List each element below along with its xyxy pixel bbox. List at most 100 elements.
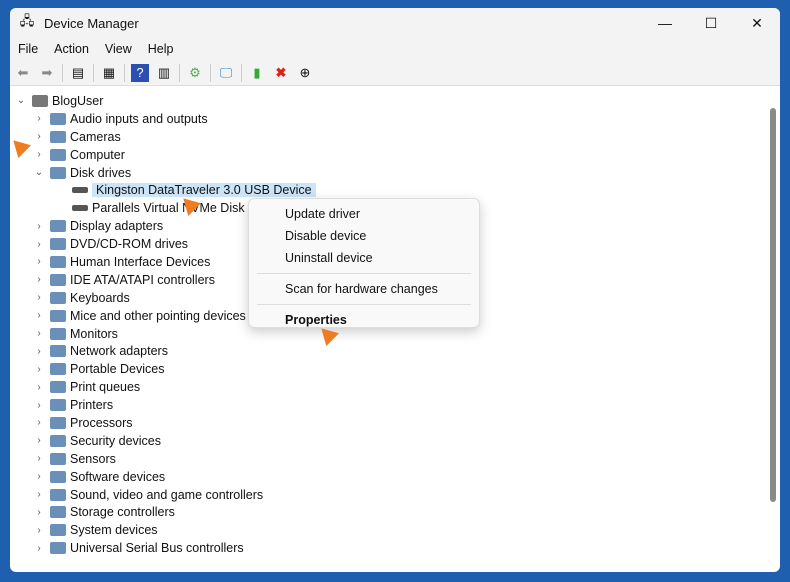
menu-action[interactable]: Action <box>54 42 89 56</box>
uninstall-device-item[interactable]: Uninstall device <box>249 247 479 269</box>
chevron-right-icon[interactable]: › <box>32 364 46 375</box>
device-category-icon <box>50 542 66 555</box>
tree-item-label: Sensors <box>70 451 116 466</box>
scan-hardware-item[interactable]: Scan for hardware changes <box>249 278 479 300</box>
update-driver-icon[interactable]: ⚙ <box>186 64 204 82</box>
tree-item-label: Network adapters <box>70 344 168 359</box>
device-category-icon <box>50 130 66 143</box>
add-driver-icon[interactable]: ▮ <box>248 64 266 82</box>
tree-item[interactable]: › Sensors <box>10 450 764 468</box>
chevron-right-icon[interactable]: › <box>32 400 46 411</box>
chevron-right-icon[interactable]: › <box>32 292 46 303</box>
show-hide-console-tree-icon[interactable]: ▤ <box>69 64 87 82</box>
tree-item[interactable]: › Audio inputs and outputs <box>10 110 764 128</box>
chevron-down-icon[interactable]: ⌄ <box>32 167 46 178</box>
tree-child-label: Kingston DataTraveler 3.0 USB Device <box>92 183 316 198</box>
device-category-icon <box>50 452 66 465</box>
menu-view[interactable]: View <box>105 42 132 56</box>
maximize-button[interactable]: ☐ <box>688 15 734 32</box>
tree-item-label: Computer <box>70 147 125 162</box>
tree-item-label: Audio inputs and outputs <box>70 111 208 126</box>
device-category-icon <box>50 363 66 376</box>
scan-hardware-icon[interactable]: 🖵 <box>217 64 235 82</box>
forward-icon[interactable]: ➡ <box>38 64 56 82</box>
chevron-right-icon[interactable]: › <box>32 131 46 142</box>
tree-item[interactable]: ⌄ Disk drives <box>10 164 764 182</box>
device-category-icon <box>50 309 66 322</box>
tree-item[interactable]: › Processors <box>10 414 764 432</box>
action-pane-icon[interactable]: ▥ <box>155 64 173 82</box>
menu-file[interactable]: File <box>18 42 38 56</box>
tree-item[interactable]: › Universal Serial Bus controllers <box>10 539 764 557</box>
tree-item-label: Software devices <box>70 469 166 484</box>
device-manager-icon: 🖧 <box>19 13 35 28</box>
tree-item[interactable]: › Sound, video and game controllers <box>10 486 764 504</box>
device-category-icon <box>50 345 66 358</box>
help-icon[interactable]: ? <box>131 63 149 82</box>
tree-item-label: Sound, video and game controllers <box>70 487 264 502</box>
tree-child-label: Parallels Virtual NVMe Disk <box>92 201 245 216</box>
tree-root[interactable]: ⌄ BlogUser <box>10 92 764 110</box>
device-category-icon <box>50 488 66 501</box>
chevron-right-icon[interactable]: › <box>32 113 46 124</box>
disk-icon <box>72 187 88 194</box>
chevron-right-icon[interactable]: › <box>32 256 46 267</box>
tree-item[interactable]: › Computer <box>10 146 764 164</box>
tree-item-label: Display adapters <box>70 219 164 234</box>
device-category-icon <box>50 506 66 519</box>
tree-item[interactable]: › Network adapters <box>10 342 764 360</box>
download-icon[interactable]: ⊕ <box>296 64 314 82</box>
chevron-right-icon[interactable]: › <box>32 417 46 428</box>
chevron-right-icon[interactable]: › <box>32 453 46 464</box>
back-icon[interactable]: ⬅ <box>14 64 32 82</box>
tree-item[interactable]: › Software devices <box>10 468 764 486</box>
device-category-icon <box>50 148 66 161</box>
chevron-right-icon[interactable]: › <box>32 328 46 339</box>
chevron-right-icon[interactable]: › <box>32 149 46 160</box>
root-label: BlogUser <box>52 93 104 108</box>
menu-help[interactable]: Help <box>148 42 174 56</box>
chevron-right-icon[interactable]: › <box>32 382 46 393</box>
disable-device-item[interactable]: Disable device <box>249 225 479 247</box>
tree-item[interactable]: › System devices <box>10 521 764 539</box>
chevron-right-icon[interactable]: › <box>32 221 46 232</box>
device-category-icon <box>50 112 66 125</box>
device-category-icon <box>50 416 66 429</box>
chevron-right-icon[interactable]: › <box>32 471 46 482</box>
minimize-button[interactable]: — <box>642 15 688 32</box>
tree-item[interactable]: › Print queues <box>10 378 764 396</box>
close-button[interactable]: ✕ <box>734 15 780 32</box>
scrollbar[interactable] <box>769 104 777 562</box>
tree-item[interactable]: › Cameras <box>10 128 764 146</box>
tree-item-label: Portable Devices <box>70 362 165 377</box>
tree-item[interactable]: › Security devices <box>10 432 764 450</box>
properties-icon[interactable]: ▦ <box>100 64 118 82</box>
context-menu: Update driver Disable device Uninstall d… <box>248 198 480 328</box>
tree-item-label: Cameras <box>70 129 121 144</box>
uninstall-icon[interactable]: ✖ <box>272 64 290 82</box>
chevron-right-icon[interactable]: › <box>32 507 46 518</box>
device-category-icon <box>50 524 66 537</box>
properties-item[interactable]: Properties <box>249 309 479 331</box>
scrollbar-thumb[interactable] <box>770 108 776 502</box>
chevron-right-icon[interactable]: › <box>32 435 46 446</box>
tree-item[interactable]: › Printers <box>10 396 764 414</box>
device-category-icon <box>50 327 66 340</box>
tree-item-label: Processors <box>70 415 133 430</box>
chevron-right-icon[interactable]: › <box>32 310 46 321</box>
update-driver-item[interactable]: Update driver <box>249 203 479 225</box>
tree-item-label: Storage controllers <box>70 505 175 520</box>
chevron-right-icon[interactable]: › <box>32 525 46 536</box>
tree-item-label: Monitors <box>70 326 118 341</box>
chevron-right-icon[interactable]: › <box>32 489 46 500</box>
tree-child-item[interactable]: Kingston DataTraveler 3.0 USB Device <box>10 181 764 199</box>
tree-item[interactable]: › Portable Devices <box>10 360 764 378</box>
tree-item[interactable]: › Storage controllers <box>10 503 764 521</box>
title-bar: 🖧 Device Manager — ☐ ✕ <box>10 8 780 38</box>
chevron-right-icon[interactable]: › <box>32 274 46 285</box>
chevron-right-icon[interactable]: › <box>32 346 46 357</box>
chevron-right-icon[interactable]: › <box>32 239 46 250</box>
tree-item-label: Print queues <box>70 380 141 395</box>
tree-item-label: Security devices <box>70 433 162 448</box>
chevron-right-icon[interactable]: › <box>32 543 46 554</box>
